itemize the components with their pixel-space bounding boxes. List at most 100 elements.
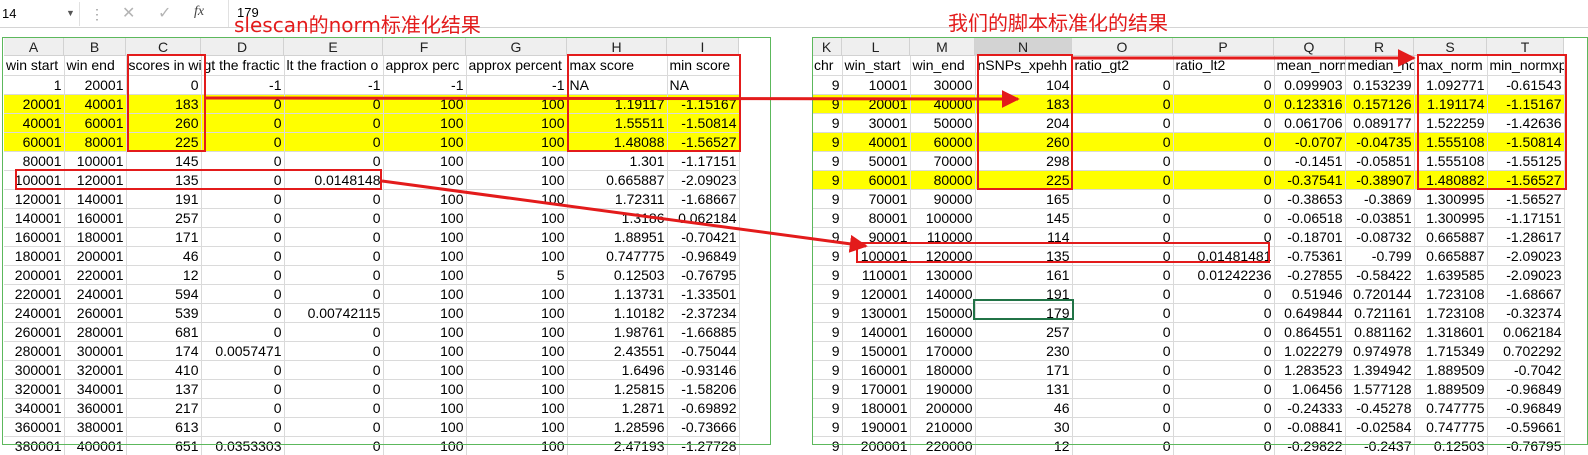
cell[interactable]: 9 (812, 132, 843, 152)
cell[interactable]: -1.28617 (1487, 227, 1565, 247)
cell[interactable]: 1.522259 (1414, 113, 1488, 133)
cell[interactable]: 80001 (4, 151, 65, 171)
cell[interactable]: 30001 (842, 113, 911, 133)
cell[interactable]: 60001 (842, 170, 911, 190)
header-cell[interactable]: min_normxp (1487, 56, 1565, 76)
cell[interactable]: 0 (284, 246, 384, 266)
cell[interactable]: 220001 (64, 265, 127, 285)
cell[interactable]: 0 (201, 113, 285, 133)
cell[interactable]: 0 (1173, 341, 1275, 361)
cell[interactable]: 100 (466, 94, 568, 114)
cell[interactable]: 12 (975, 436, 1073, 455)
cell[interactable]: 1.555108 (1414, 151, 1488, 171)
column-header-l[interactable]: L (842, 38, 910, 56)
cell[interactable]: 0 (284, 417, 384, 437)
cell[interactable]: -0.08841 (1274, 417, 1346, 437)
cell[interactable]: 90000 (910, 189, 976, 209)
cell[interactable]: 100 (383, 265, 467, 285)
cell[interactable]: 0.747775 (1414, 398, 1488, 418)
cell[interactable]: 651 (126, 436, 202, 455)
cell[interactable]: 179 (975, 303, 1073, 323)
cell[interactable]: 0 (1173, 170, 1275, 190)
cell[interactable]: 110000 (910, 227, 976, 247)
cell[interactable]: 240001 (4, 303, 65, 323)
cell[interactable]: 9 (812, 284, 843, 304)
cell[interactable]: 0.12503 (1414, 436, 1488, 455)
cell[interactable]: 9 (812, 379, 843, 399)
header-cell[interactable]: max_norm (1414, 56, 1488, 76)
cell[interactable]: -0.04735 (1345, 132, 1415, 152)
column-header-g[interactable]: G (466, 38, 567, 56)
cell[interactable]: 200001 (4, 265, 65, 285)
cell[interactable]: 190000 (910, 379, 976, 399)
cell[interactable]: 260001 (4, 322, 65, 342)
cell[interactable]: 100 (383, 436, 467, 455)
column-header-n[interactable]: N (975, 38, 1072, 56)
column-header-s[interactable]: S (1414, 38, 1487, 56)
cell[interactable]: 0 (1072, 151, 1174, 171)
header-cell[interactable]: win_end (910, 56, 976, 76)
cancel-icon[interactable]: ✕ (122, 3, 135, 23)
cell[interactable]: 165 (975, 189, 1073, 209)
cell[interactable]: 9 (812, 417, 843, 437)
cell[interactable]: 104 (975, 75, 1073, 95)
cell[interactable]: -0.76795 (1487, 436, 1565, 455)
header-cell[interactable]: approx percent (466, 56, 568, 76)
cell[interactable]: 9 (812, 246, 843, 266)
cell[interactable]: 100 (466, 417, 568, 437)
header-cell[interactable]: min score (667, 56, 740, 76)
cell[interactable]: 0 (1072, 227, 1174, 247)
cell[interactable]: 594 (126, 284, 202, 304)
cell[interactable]: 100 (466, 246, 568, 266)
cell[interactable]: -0.27855 (1274, 265, 1346, 285)
cell[interactable]: -1.55125 (1487, 151, 1565, 171)
cell[interactable]: 100 (383, 398, 467, 418)
cell[interactable]: 0 (201, 227, 285, 247)
cell[interactable]: 10001 (842, 75, 911, 95)
cell[interactable]: -1.56527 (1487, 170, 1565, 190)
cell[interactable]: -0.70421 (667, 227, 740, 247)
cell[interactable]: 0 (201, 132, 285, 152)
cell[interactable]: 100 (383, 284, 467, 304)
cell[interactable]: 100 (383, 246, 467, 266)
cell[interactable]: -0.2437 (1345, 436, 1415, 455)
cell[interactable]: -1.15167 (1487, 94, 1565, 114)
cell[interactable]: 0.665887 (1414, 227, 1488, 247)
cell[interactable]: -0.799 (1345, 246, 1415, 266)
cell[interactable]: 1.3186 (567, 208, 668, 228)
cell[interactable]: 5 (466, 265, 568, 285)
cell[interactable]: 120001 (842, 284, 911, 304)
cell[interactable]: -0.45278 (1345, 398, 1415, 418)
cell[interactable]: 0 (284, 284, 384, 304)
column-header-d[interactable]: D (201, 38, 284, 56)
header-cell[interactable]: max score (567, 56, 668, 76)
cell[interactable]: 1.28596 (567, 417, 668, 437)
cell[interactable]: 100 (466, 189, 568, 209)
column-header-p[interactable]: P (1173, 38, 1274, 56)
cell[interactable]: 100 (466, 341, 568, 361)
cell[interactable]: -1.42636 (1487, 113, 1565, 133)
cell[interactable]: 1.88951 (567, 227, 668, 247)
cell[interactable]: -0.61543 (1487, 75, 1565, 95)
cell[interactable]: 100 (466, 151, 568, 171)
cell[interactable]: 1.10182 (567, 303, 668, 323)
insert-function-icon[interactable]: fx (194, 4, 204, 20)
cell[interactable]: 180001 (842, 398, 911, 418)
cell[interactable]: 257 (126, 208, 202, 228)
cell[interactable]: 1.555108 (1414, 132, 1488, 152)
cell[interactable]: 30 (975, 417, 1073, 437)
cell[interactable]: 130001 (842, 303, 911, 323)
cell[interactable]: 260 (126, 113, 202, 133)
cell[interactable]: 100001 (64, 151, 127, 171)
cell[interactable]: -0.3869 (1345, 189, 1415, 209)
cell[interactable]: 137 (126, 379, 202, 399)
cell[interactable]: 204 (975, 113, 1073, 133)
cell[interactable]: 80001 (64, 132, 127, 152)
cell[interactable]: 0 (1173, 284, 1275, 304)
cell[interactable]: 100 (383, 417, 467, 437)
cell[interactable]: 9 (812, 151, 843, 171)
drag-handle-icon[interactable]: ⋮ (90, 6, 104, 23)
cell[interactable]: 20001 (4, 94, 65, 114)
cell[interactable]: 0 (201, 170, 285, 190)
cell[interactable]: 0 (201, 322, 285, 342)
